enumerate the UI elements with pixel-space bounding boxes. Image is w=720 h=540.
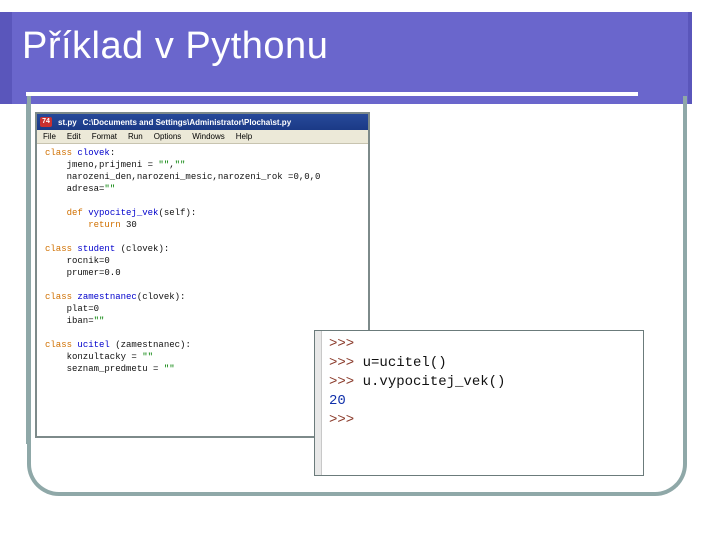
code-line: class clovek: <box>45 148 116 158</box>
editor-menubar: File Edit Format Run Options Windows Help <box>37 130 368 144</box>
shell-output[interactable]: >>> >>> u=ucitel() >>> u.vypocitej_vek() 20… <box>329 335 505 430</box>
code-line: prumer=0.0 <box>45 268 121 278</box>
code-line: jmeno,prijmeni = "","" <box>45 160 186 170</box>
shell-gutter <box>315 331 322 475</box>
code-line: iban="" <box>45 316 105 326</box>
code-line: rocnik=0 <box>45 256 110 266</box>
shell-line: >>> <box>329 335 505 354</box>
code-line: narozeni_den,narozeni_mesic,narozeni_rok… <box>45 172 321 182</box>
shell-command: u=ucitel() <box>354 355 447 371</box>
code-line: adresa="" <box>45 184 116 194</box>
python-shell-window[interactable]: >>> >>> u=ucitel() >>> u.vypocitej_vek() 20… <box>314 330 644 476</box>
menu-item-format[interactable]: Format <box>92 132 117 141</box>
slide-title: Příklad v Pythonu <box>22 25 329 67</box>
editor-titlebar[interactable]: 74 st.py C:\Documents and Settings\Admin… <box>37 114 368 130</box>
menu-item-run[interactable]: Run <box>128 132 143 141</box>
shell-line: >>> u.vypocitej_vek() <box>329 373 505 392</box>
title-bar-notch <box>692 12 720 104</box>
shell-line: >>> u=ucitel() <box>329 354 505 373</box>
code-line: return 30 <box>88 220 137 230</box>
menu-item-help[interactable]: Help <box>236 132 252 141</box>
shell-output-value: 20 <box>329 393 346 409</box>
shell-line: 20 <box>329 392 505 411</box>
python-icon: 74 <box>40 117 52 127</box>
shell-prompt: >>> <box>329 412 355 428</box>
menu-item-options[interactable]: Options <box>154 132 182 141</box>
shell-prompt: >>> <box>329 355 355 371</box>
editor-file-path: C:\Documents and Settings\Administrator\… <box>82 117 292 127</box>
shell-command: u.vypocitej_vek() <box>354 374 506 390</box>
editor-file-name: st.py <box>58 117 77 127</box>
code-line: def vypocitej_vek(self): <box>66 208 197 218</box>
code-line: class student (clovek): <box>45 244 170 254</box>
code-line: class zamestnanec(clovek): <box>45 292 186 302</box>
menu-item-windows[interactable]: Windows <box>192 132 224 141</box>
slide-frame-left-rule <box>26 104 30 444</box>
menu-item-edit[interactable]: Edit <box>67 132 81 141</box>
title-bar-accent <box>0 12 12 104</box>
code-line: plat=0 <box>45 304 100 314</box>
shell-line: >>> <box>329 411 505 430</box>
menu-item-file[interactable]: File <box>43 132 56 141</box>
shell-prompt: >>> <box>329 336 355 352</box>
shell-prompt: >>> <box>329 374 355 390</box>
